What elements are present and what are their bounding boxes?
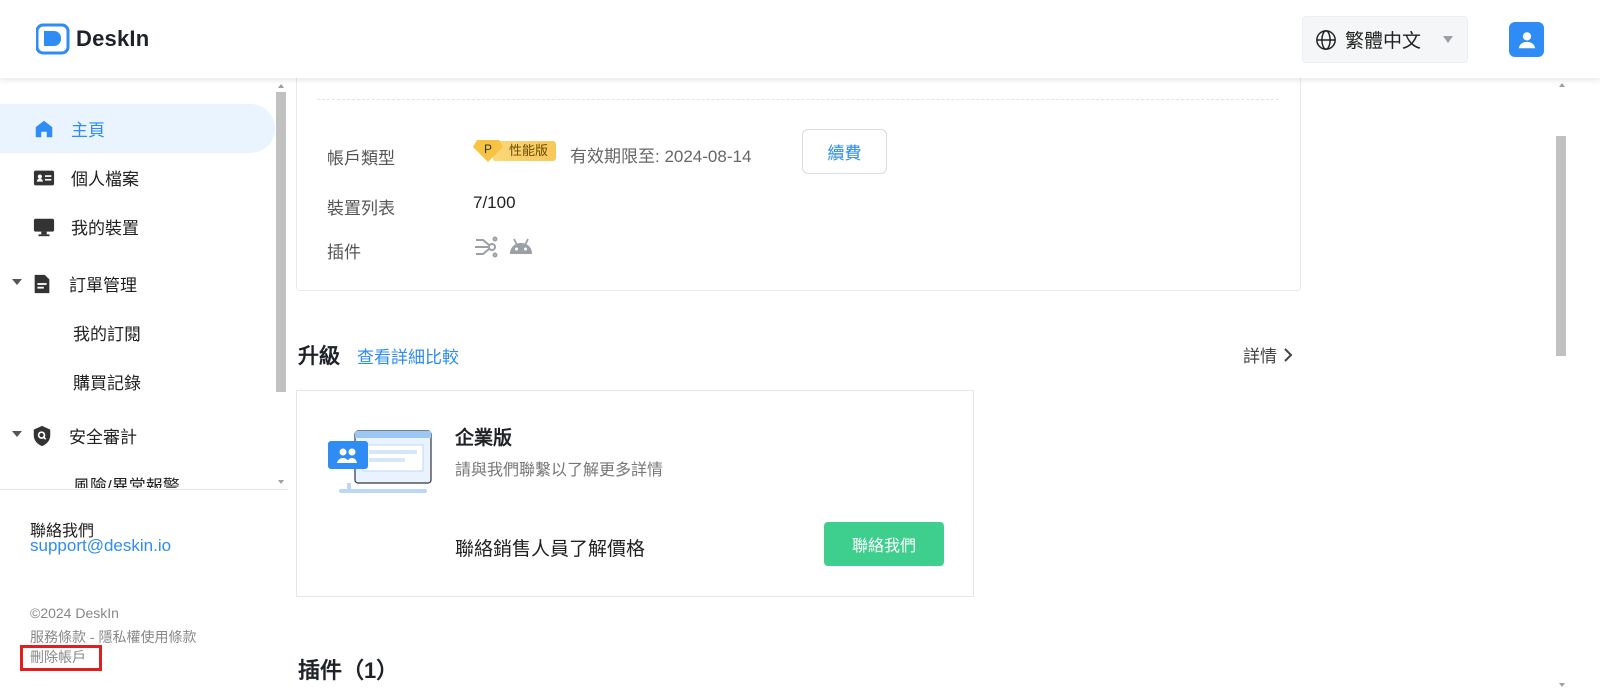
home-icon	[35, 120, 53, 138]
sidebar-item-purchase-history[interactable]: 購買記錄	[0, 357, 275, 406]
sidebar-item-risk-alerts[interactable]: 風險/異常報警	[0, 460, 275, 488]
user-avatar-button[interactable]	[1509, 22, 1544, 57]
compare-details-link[interactable]: 查看詳細比較	[357, 343, 459, 368]
sidebar-group-orders[interactable]: 訂單管理	[0, 259, 275, 308]
delete-account-link[interactable]: 刪除帳戶	[20, 645, 102, 671]
chevron-down-icon	[1443, 36, 1453, 43]
terms-links[interactable]: 服務條款 - 隱私權使用條款	[30, 627, 196, 647]
sidebar-divider	[0, 489, 288, 490]
sidebar-item-subscriptions[interactable]: 我的訂閱	[0, 308, 275, 357]
sidebar-item-profile[interactable]: 個人檔案	[0, 153, 275, 202]
account-type-label: 帳戶類型	[327, 149, 395, 168]
top-header: DeskIn 繁體中文	[0, 0, 1600, 78]
enterprise-illustration-icon	[328, 430, 432, 493]
sidebar-item-label: 購買記錄	[73, 374, 141, 393]
language-selector[interactable]: 繁體中文	[1302, 16, 1468, 63]
plugins-section-title: 插件（1）	[298, 658, 399, 683]
divider	[317, 99, 1279, 100]
sidebar-item-label: 我的裝置	[71, 219, 139, 238]
app-logo[interactable]: DeskIn	[36, 22, 149, 56]
android-icon[interactable]	[508, 236, 534, 258]
sidebar-scrollbar-thumb[interactable]	[276, 92, 286, 392]
sidebar-item-label: 訂單管理	[69, 276, 137, 295]
enterprise-description: 請與我們聯繫以了解更多詳情	[455, 462, 664, 479]
page-scroll-down-arrow[interactable]	[1559, 683, 1565, 687]
enterprise-price-text: 聯絡銷售人員了解價格	[455, 539, 646, 560]
app-name: DeskIn	[76, 26, 150, 51]
shield-icon	[33, 425, 51, 447]
main-content: 帳戶類型 P 性能版 有效期限至: 2024-08-14 續費 裝置列表 7/1…	[296, 78, 1556, 694]
multi-screen-plugin-icon[interactable]	[473, 236, 499, 258]
caret-down-icon	[12, 279, 22, 285]
valid-until-text: 有效期限至: 2024-08-14	[570, 147, 752, 166]
device-count: 7/100	[473, 193, 516, 212]
page-scrollbar-thumb[interactable]	[1556, 136, 1566, 356]
user-icon	[1518, 31, 1535, 48]
sidebar-item-label: 個人檔案	[71, 170, 139, 189]
sidebar-item-label: 主頁	[71, 121, 105, 140]
scroll-up-arrow[interactable]	[278, 84, 284, 88]
sidebar-item-label: 我的訂閱	[73, 325, 141, 344]
sidebar-item-devices[interactable]: 我的裝置	[0, 202, 275, 251]
device-list-label: 裝置列表	[327, 199, 395, 218]
globe-icon	[1316, 29, 1336, 50]
monitor-icon	[33, 218, 55, 237]
language-selected: 繁體中文	[1345, 31, 1422, 52]
sidebar-item-home[interactable]: 主頁	[0, 104, 275, 153]
account-card: 帳戶類型 P 性能版 有效期限至: 2024-08-14 續費 裝置列表 7/1…	[296, 78, 1301, 291]
contact-us-button[interactable]: 聯絡我們	[824, 522, 944, 566]
plan-badge: P 性能版	[473, 139, 557, 163]
id-card-icon	[33, 170, 55, 186]
badge-letter: P	[484, 142, 492, 156]
sidebar-item-label: 安全審計	[69, 428, 137, 447]
sidebar: 主頁 個人檔案 我的裝置 訂單管理 我的訂閱 購買記錄 安全審計 風險/異常報警…	[0, 78, 288, 694]
chevron-right-icon	[1284, 347, 1293, 362]
copyright-text: ©2024 DeskIn	[30, 605, 119, 621]
renew-button[interactable]: 續費	[802, 129, 887, 174]
diamond-badge-icon: P	[473, 140, 503, 162]
support-email-link[interactable]: support@deskin.io	[30, 536, 171, 556]
document-icon	[34, 274, 50, 294]
caret-down-icon	[12, 431, 22, 437]
scroll-down-arrow[interactable]	[278, 480, 284, 484]
deskin-logo-icon	[36, 23, 70, 55]
upgrade-title: 升級	[298, 345, 340, 368]
sidebar-nav: 主頁 個人檔案 我的裝置 訂單管理 我的訂閱 購買記錄 安全審計 風險/異常報警	[0, 78, 275, 488]
sidebar-group-security-audit[interactable]: 安全審計	[0, 411, 275, 460]
enterprise-title: 企業版	[455, 428, 513, 449]
page-scroll-up-arrow[interactable]	[1559, 83, 1565, 87]
details-link[interactable]: 詳情	[1243, 342, 1293, 367]
sidebar-item-label: 風險/異常報警	[73, 477, 180, 488]
plugins-label: 插件	[327, 243, 361, 262]
details-link-label: 詳情	[1243, 347, 1277, 366]
enterprise-plan-card: 企業版 請與我們聯繫以了解更多詳情 聯絡銷售人員了解價格 聯絡我們	[296, 390, 974, 597]
